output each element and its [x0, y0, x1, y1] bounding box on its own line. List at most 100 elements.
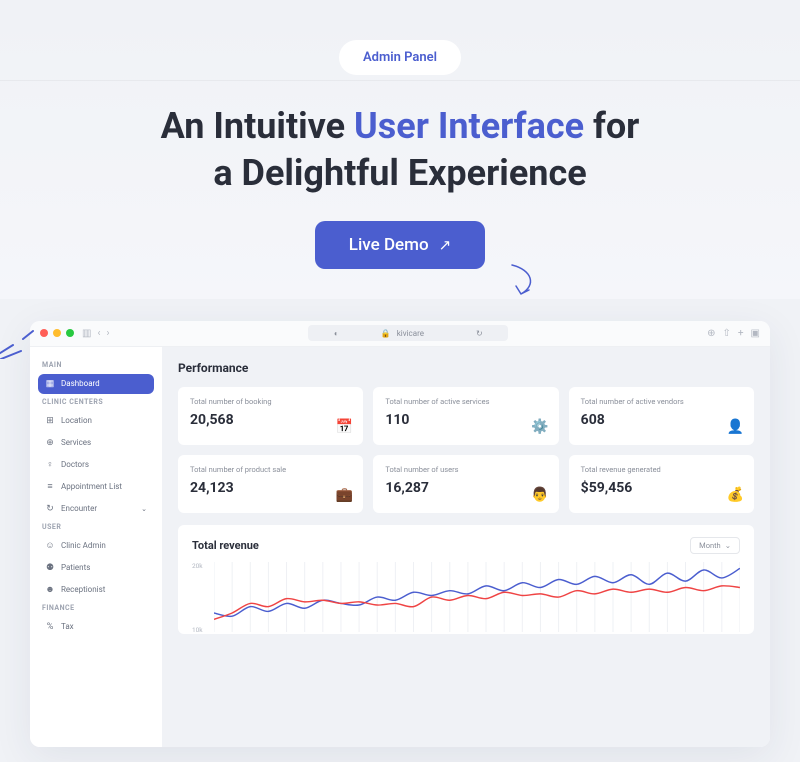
nav-icon: ⊕: [45, 438, 55, 448]
nav-label: Receptionist: [61, 585, 105, 594]
sidebar-toggle-icon[interactable]: ▥: [82, 328, 91, 339]
chart-line-series-blue: [214, 568, 740, 616]
admin-panel-pill: Admin Panel: [339, 40, 461, 75]
sidebar-item-clinic-admin[interactable]: ☺ Clinic Admin: [38, 536, 154, 556]
close-dot-icon[interactable]: [40, 329, 48, 337]
card-label: Total number of booking: [190, 397, 351, 406]
nav-label: Clinic Admin: [61, 541, 106, 550]
nav-icon: ♀: [45, 460, 55, 470]
chevron-down-icon: ⌄: [725, 541, 731, 550]
card-icon: ⚙️: [531, 419, 548, 435]
nav-icon: ☺: [45, 541, 55, 551]
headline-highlight: User Interface: [354, 105, 584, 147]
metric-cards: Total number of booking20,568📅Total numb…: [178, 387, 754, 513]
reload-icon[interactable]: ↻: [476, 329, 483, 338]
card-icon: 💼: [336, 487, 353, 503]
metric-card: Total number of active vendors 608👤: [569, 387, 754, 445]
hero-headline: An Intuitive User Interface for a Deligh…: [0, 103, 800, 197]
main-content: Performance Total number of booking 20,56…: [162, 347, 770, 747]
sidebar-item-doctors[interactable]: ♀ Doctors: [38, 455, 154, 475]
y-tick-label: 10k: [192, 626, 203, 634]
cta-label: Live Demo: [349, 235, 429, 255]
nav-icon: ⊞: [45, 416, 55, 426]
lock-icon: 🔒: [381, 329, 391, 338]
metric-card: Total number of users 16,287👨: [373, 455, 558, 513]
sidebar-item-services[interactable]: ⊕ Services: [38, 433, 154, 453]
nav-icon: ▦: [45, 379, 55, 389]
sidebar-item-encounter[interactable]: ↻ Encounter ⌄: [38, 499, 154, 519]
card-label: Total revenue generated: [581, 465, 742, 474]
card-value: 20,568: [190, 412, 351, 428]
sidebar-item-dashboard[interactable]: ▦ Dashboard: [38, 374, 154, 394]
titlebar: ▥ ‹ › ◐ 🔒 kivicare ↻ ⊕ ⇧ + ▣: [30, 321, 770, 347]
card-icon: 💰: [727, 487, 744, 503]
url-bar[interactable]: ◐ 🔒 kivicare ↻: [308, 325, 508, 341]
sidebar-section-title: CLINIC CENTERS: [42, 398, 154, 406]
chart-area: 20k 10k: [192, 562, 740, 634]
metric-card: Total revenue generated $59,456💰: [569, 455, 754, 513]
back-icon[interactable]: ‹: [97, 328, 100, 339]
card-icon: 👤: [727, 419, 744, 435]
sidebar-item-tax[interactable]: % Tax: [38, 617, 154, 637]
nav-icon: ☻: [45, 585, 55, 595]
card-value: $59,456: [581, 480, 742, 496]
nav-label: Services: [61, 438, 91, 447]
sidebar-item-location[interactable]: ⊞ Location: [38, 411, 154, 431]
nav-icon: %: [45, 622, 55, 632]
nav-label: Patients: [61, 563, 90, 572]
nav-label: Location: [61, 416, 92, 425]
chart-line-series-red: [214, 585, 740, 619]
card-icon: 📅: [336, 419, 353, 435]
metric-card: Total number of product sale 24,123💼: [178, 455, 363, 513]
add-icon[interactable]: +: [738, 328, 744, 339]
sidebar-section-title: USER: [42, 523, 154, 531]
sidebar-item-receptionist[interactable]: ☻ Receptionist: [38, 580, 154, 600]
hero-section: Admin Panel An Intuitive User Interface …: [0, 0, 800, 299]
minimize-dot-icon[interactable]: [53, 329, 61, 337]
card-value: 608: [581, 412, 742, 428]
tabs-icon[interactable]: ▣: [751, 328, 760, 339]
month-selector[interactable]: Month ⌄: [690, 537, 740, 554]
shield-icon: ◐: [334, 329, 339, 338]
live-demo-button[interactable]: Live Demo ↗: [315, 221, 485, 269]
nav-label: Dashboard: [61, 379, 100, 388]
y-tick-label: 20k: [192, 562, 203, 570]
app-window: ▥ ‹ › ◐ 🔒 kivicare ↻ ⊕ ⇧ + ▣ MAIN▦Dashbo…: [30, 321, 770, 747]
nav-icon: ↻: [45, 504, 55, 514]
sidebar-item-patients[interactable]: ⚉ Patients: [38, 558, 154, 578]
sidebar: MAIN▦DashboardCLINIC CENTERS⊞Location⊕Se…: [30, 347, 162, 747]
card-value: 24,123: [190, 480, 351, 496]
maximize-dot-icon[interactable]: [66, 329, 74, 337]
metric-card: Total number of booking 20,568📅: [178, 387, 363, 445]
metric-card: Total number of active services 110⚙️: [373, 387, 558, 445]
url-text: kivicare: [397, 329, 424, 338]
card-value: 110: [385, 412, 546, 428]
sidebar-item-appointment-list[interactable]: ≡ Appointment List: [38, 477, 154, 497]
scribble-lines-icon: [0, 325, 37, 359]
card-label: Total number of product sale: [190, 465, 351, 474]
card-label: Total number of active vendors: [581, 397, 742, 406]
nav-label: Appointment List: [61, 482, 122, 491]
arrow-ne-icon: ↗: [439, 236, 452, 254]
chart-title: Total revenue: [192, 539, 259, 552]
sidebar-section-title: FINANCE: [42, 604, 154, 612]
performance-title: Performance: [178, 361, 754, 375]
chart-y-labels: 20k 10k: [192, 562, 203, 634]
nav-icon: ⚉: [45, 563, 55, 573]
card-icon: 👨: [531, 487, 548, 503]
card-label: Total number of users: [385, 465, 546, 474]
revenue-chart-box: Total revenue Month ⌄ 20k 10k: [178, 525, 754, 634]
titlebar-right-icons: ⊕ ⇧ + ▣: [707, 328, 760, 339]
card-value: 16,287: [385, 480, 546, 496]
scribble-arrow-icon: [507, 260, 545, 300]
nav-label: Doctors: [61, 460, 89, 469]
nav-icons: ▥ ‹ ›: [82, 328, 109, 339]
chevron-down-icon: ⌄: [141, 505, 147, 513]
nav-label: Tax: [61, 622, 74, 631]
nav-label: Encounter: [61, 504, 97, 513]
card-label: Total number of active services: [385, 397, 546, 406]
traffic-lights: [40, 329, 74, 337]
nav-icon: ≡: [45, 482, 55, 492]
download-icon[interactable]: ⊕: [707, 328, 715, 339]
share-icon[interactable]: ⇧: [722, 328, 730, 339]
